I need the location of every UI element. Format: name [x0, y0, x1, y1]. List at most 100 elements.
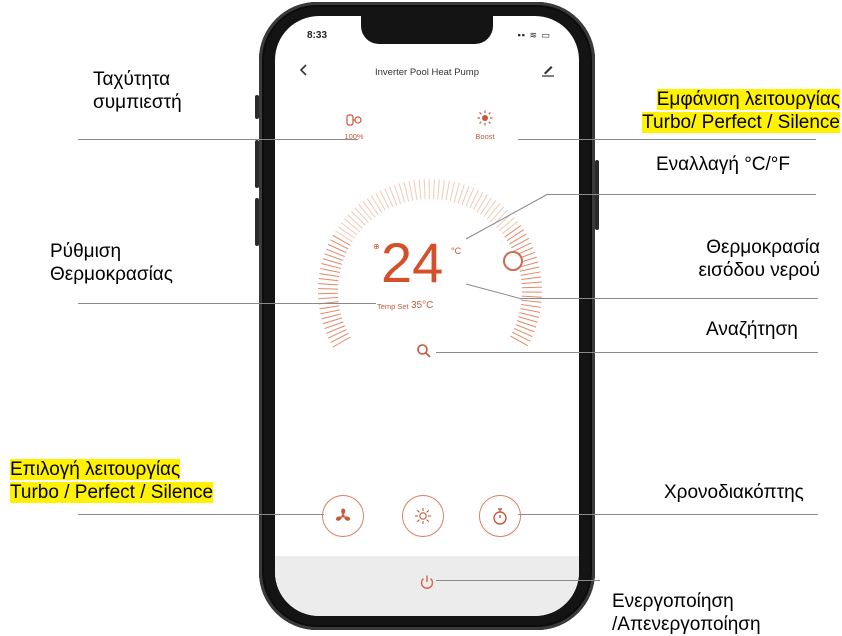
- temp-setting-leader: [78, 303, 376, 304]
- dial-tick: [512, 332, 530, 341]
- annotation-compressor-speed: Ταχύτητα συμπιεστή: [93, 68, 182, 114]
- dial-tick: [330, 240, 348, 249]
- annotation-mode-display: Εμφάνιση λειτουργίας Turbo/ Perfect / Si…: [614, 88, 840, 134]
- dial-tick: [367, 198, 378, 215]
- timer-button[interactable]: [479, 495, 521, 537]
- dial-tick: [454, 183, 459, 202]
- dial-tick: [380, 191, 389, 209]
- phone-volume-up: [255, 140, 259, 188]
- dial-tick: [376, 193, 386, 210]
- dial-tick: [450, 182, 454, 202]
- mode-display-leader: [518, 139, 816, 140]
- annotation-line: Ενεργοποίηση: [612, 590, 761, 613]
- dial-tick: [371, 196, 381, 213]
- annotation-inlet-temp: Θερμοκρασία εισόδου νερού: [664, 236, 820, 282]
- annotation-line: Turbo/ Perfect / Silence: [642, 112, 840, 133]
- annotation-temp-setting: Ρύθμιση Θερμοκρασίας: [50, 240, 173, 286]
- dial-tick: [409, 181, 413, 201]
- annotation-line: Θερμοκρασία: [664, 236, 820, 259]
- dial-tick: [518, 317, 537, 323]
- annotation-line: Θερμοκρασίας: [50, 263, 173, 286]
- dial-tick: [321, 264, 340, 269]
- annotation-line: /Απενεργοποίηση: [612, 613, 761, 636]
- sun-icon: [477, 110, 493, 131]
- phone-notch: [361, 16, 493, 44]
- dial-tick: [363, 201, 375, 217]
- fan-icon: [334, 507, 352, 525]
- temp-set-value: 35°C: [411, 300, 433, 311]
- annotation-search: Αναζήτηση: [706, 318, 798, 341]
- dial-tick: [442, 180, 445, 200]
- dial-tick: [419, 180, 421, 200]
- mode-display-value: Boost: [463, 132, 507, 141]
- power-icon: [419, 574, 435, 590]
- dial-tick: [520, 309, 540, 313]
- phone-volume-down: [255, 198, 259, 246]
- dial-tick: [521, 272, 541, 275]
- dial-tick: [434, 179, 435, 199]
- dial-tick: [348, 215, 363, 229]
- phone-power-side-button: [595, 160, 599, 230]
- dial-tick: [521, 277, 541, 280]
- status-icons: ▪▪ ≋ ▭: [518, 30, 551, 41]
- dial-tick: [404, 182, 409, 201]
- annotation-power: Ενεργοποίηση /Απενεργοποίηση: [612, 590, 761, 636]
- annotation-mode-select: Επιλογή λειτουργίας Turbo / Perfect / Si…: [10, 458, 213, 504]
- unit-toggle[interactable]: °C: [451, 246, 461, 256]
- dial-tick: [344, 219, 359, 232]
- unit-toggle-leader: [548, 194, 816, 195]
- inlet-temp-diagonal: [464, 282, 524, 302]
- dial-tick: [333, 337, 350, 347]
- dial-tick: [522, 282, 542, 284]
- dial-tick: [522, 300, 542, 302]
- annotation-line: εισόδου νερού: [664, 259, 820, 282]
- inlet-temp-leader: [520, 298, 818, 299]
- phone-mute-switch: [255, 95, 259, 119]
- phone-screen: 8:33 ▪▪ ≋ ▭ Inverter Pool Heat Pump 100%…: [275, 16, 579, 616]
- annotation-line: συμπιεστή: [93, 91, 182, 114]
- sun-outline-icon: [414, 507, 432, 525]
- dial-tick: [513, 243, 531, 252]
- compressor-icon: [345, 112, 363, 133]
- dial-tick: [335, 231, 352, 242]
- dial-tick: [446, 181, 449, 201]
- current-temperature: 24: [381, 230, 443, 295]
- dial-tick: [341, 223, 357, 235]
- dial-tick: [399, 183, 405, 202]
- power-button[interactable]: [419, 574, 435, 595]
- page-title: Inverter Pool Heat Pump: [275, 67, 579, 78]
- dial-handle[interactable]: [503, 251, 523, 271]
- timer-leader: [518, 514, 818, 515]
- mode-select-button[interactable]: [322, 495, 364, 537]
- dial-tick: [424, 179, 425, 199]
- edit-button[interactable]: [541, 63, 555, 80]
- dial-tick: [414, 180, 417, 200]
- dial-tick: [338, 227, 354, 238]
- pencil-icon: [541, 63, 555, 77]
- annotation-timer: Χρονοδιακόπτης: [664, 481, 804, 504]
- dial-tick: [320, 310, 340, 314]
- dial-tick: [320, 268, 340, 272]
- dial-tick: [438, 179, 440, 199]
- search-icon: [416, 343, 432, 359]
- dial-tick: [519, 313, 538, 318]
- light-button[interactable]: [402, 495, 444, 537]
- stopwatch-icon: [491, 506, 509, 526]
- mode-select-leader: [78, 514, 324, 515]
- annotation-line: Ταχύτητα: [93, 68, 182, 91]
- dial-tick: [520, 267, 540, 271]
- dial-tick: [522, 287, 542, 288]
- status-time: 8:33: [307, 30, 327, 41]
- dial-tick: [351, 211, 365, 225]
- thermometer-icon: ⊕: [373, 242, 380, 251]
- temp-set-label: Temp Set: [377, 302, 409, 311]
- dial-tick: [521, 304, 541, 307]
- annotation-unit-toggle: Εναλλαγή °C/°F: [656, 153, 790, 176]
- compressor-speed-leader: [78, 139, 358, 140]
- dial-tick: [510, 336, 527, 346]
- annotation-line: Turbo / Perfect / Silence: [10, 482, 213, 503]
- dial-tick: [319, 306, 339, 309]
- search-button[interactable]: [416, 343, 432, 364]
- dial-tick: [331, 333, 349, 342]
- dial-tick: [333, 235, 350, 245]
